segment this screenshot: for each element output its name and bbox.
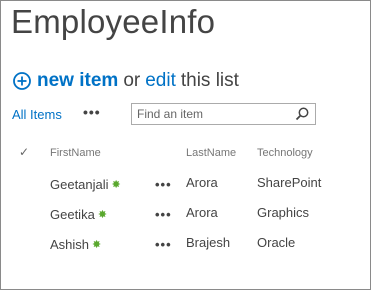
- cell-technology: Graphics: [257, 205, 310, 220]
- cell-lastname: Brajesh: [186, 235, 231, 250]
- firstname-link[interactable]: Geetanjali: [50, 177, 109, 192]
- new-item-icon: ✸: [92, 239, 102, 251]
- column-header-technology[interactable]: Technology: [257, 147, 313, 159]
- more-views-button[interactable]: •••: [83, 104, 101, 120]
- cell-technology: Oracle: [257, 235, 296, 250]
- search-box: [131, 103, 316, 125]
- search-input[interactable]: [132, 105, 294, 123]
- item-menu-button[interactable]: •••: [155, 207, 172, 222]
- list-web-part: EmployeeInfo new item or edit this list …: [0, 0, 371, 290]
- new-item-icon: ✸: [111, 179, 121, 191]
- edit-list-link[interactable]: edit: [145, 70, 176, 92]
- select-all-checkmark-icon[interactable]: ✓: [19, 145, 29, 159]
- this-list-text: this list: [180, 70, 239, 91]
- view-all-items[interactable]: All Items: [12, 107, 62, 122]
- firstname-link[interactable]: Ashish: [50, 237, 89, 252]
- new-item-link[interactable]: new item: [37, 70, 118, 92]
- or-text: or: [123, 70, 141, 91]
- cell-firstname[interactable]: Geetanjali ✸: [50, 177, 121, 192]
- column-header-firstname[interactable]: FirstName: [50, 147, 101, 159]
- list-title[interactable]: EmployeeInfo: [11, 3, 215, 41]
- item-menu-button[interactable]: •••: [155, 237, 172, 252]
- firstname-link[interactable]: Geetika: [50, 207, 95, 222]
- column-header-lastname[interactable]: LastName: [186, 147, 236, 159]
- new-item-bar: new item or edit this list: [13, 70, 239, 92]
- cell-lastname: Arora: [186, 175, 218, 190]
- plus-circle-icon[interactable]: [13, 72, 31, 90]
- cell-lastname: Arora: [186, 205, 218, 220]
- cell-firstname[interactable]: Ashish ✸: [50, 237, 101, 252]
- cell-technology: SharePoint: [257, 175, 322, 190]
- new-item-icon: ✸: [97, 209, 108, 221]
- search-icon[interactable]: [294, 106, 310, 122]
- cell-firstname[interactable]: Geetika ✸: [50, 207, 107, 222]
- item-menu-button[interactable]: •••: [155, 177, 172, 192]
